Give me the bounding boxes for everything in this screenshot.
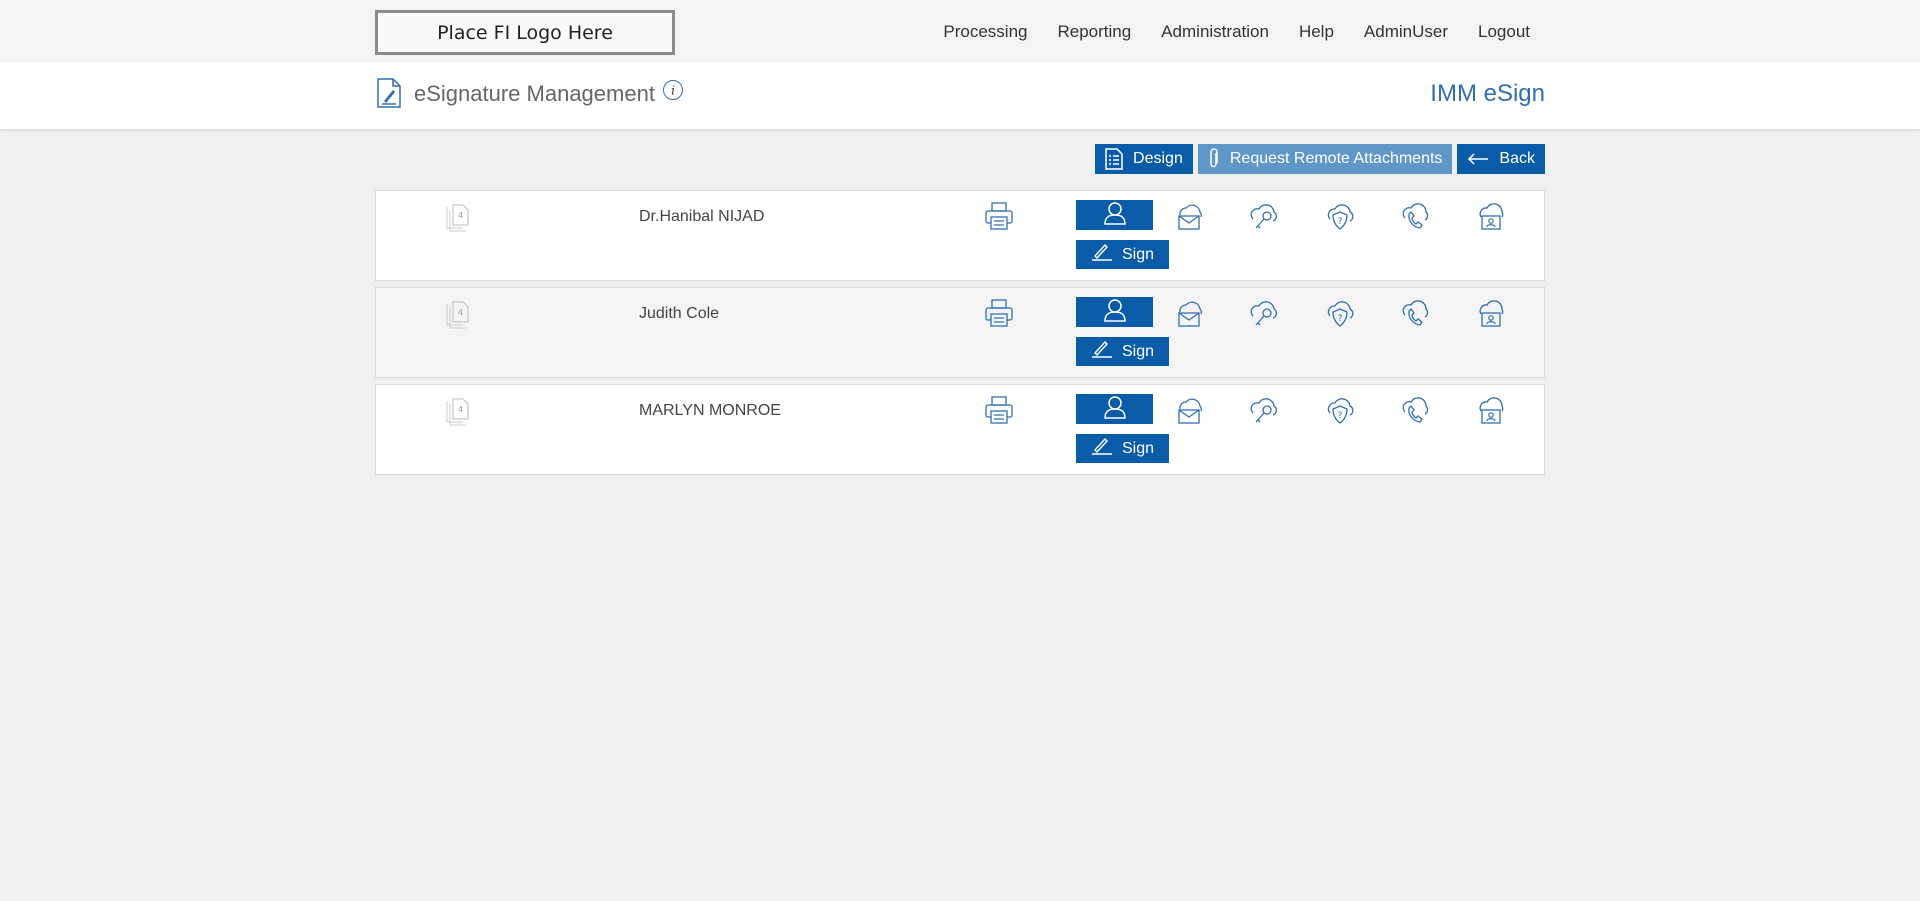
signer-name: Dr.Hanibal NIJAD: [639, 208, 765, 225]
document-count-icon: 4: [444, 301, 470, 334]
phone-cloud-icon[interactable]: [1400, 300, 1430, 333]
pen-icon: [1091, 243, 1113, 266]
design-button-label: Design: [1133, 150, 1183, 167]
page-title: eSignature Management: [414, 81, 655, 106]
signer-row: 4 Judith Cole Sign ?: [375, 287, 1545, 378]
nav-user-menu[interactable]: AdminUser: [1364, 22, 1448, 42]
top-bar: Place FI Logo Here Processing Reporting …: [0, 0, 1920, 62]
id-card-cloud-icon[interactable]: [1476, 300, 1506, 333]
key-cloud-icon[interactable]: [1249, 300, 1279, 333]
email-cloud-icon[interactable]: [1174, 397, 1204, 430]
arrow-left-icon: [1467, 152, 1489, 166]
key-cloud-icon[interactable]: [1249, 397, 1279, 430]
design-button[interactable]: Design: [1095, 144, 1193, 174]
back-button[interactable]: Back: [1457, 144, 1545, 174]
fi-logo-placeholder: Place FI Logo Here: [375, 10, 675, 55]
svg-text:4: 4: [458, 308, 463, 317]
sign-button[interactable]: Sign: [1076, 434, 1169, 463]
signer-name: Judith Cole: [639, 305, 720, 322]
user-icon: [1103, 201, 1126, 230]
sign-button[interactable]: Sign: [1076, 240, 1169, 269]
pen-icon: [1091, 340, 1113, 363]
question-shield-cloud-icon[interactable]: ?: [1325, 300, 1355, 333]
nav-logout[interactable]: Logout: [1478, 22, 1530, 42]
signer-list: 4 Dr.Hanibal NIJAD Sign ? 4 Judith Cole …: [375, 190, 1545, 481]
signer-identity-button[interactable]: [1076, 394, 1153, 424]
printer-icon[interactable]: [984, 395, 1014, 430]
phone-cloud-icon[interactable]: [1400, 203, 1430, 236]
svg-text:?: ?: [1338, 314, 1343, 324]
phone-cloud-icon[interactable]: [1400, 397, 1430, 430]
nav-processing[interactable]: Processing: [943, 22, 1027, 42]
id-card-cloud-icon[interactable]: [1476, 203, 1506, 236]
sign-button-label: Sign: [1121, 439, 1155, 457]
question-shield-cloud-icon[interactable]: ?: [1325, 397, 1355, 430]
svg-text:?: ?: [1338, 411, 1343, 421]
svg-text:i: i: [671, 84, 675, 98]
info-icon[interactable]: i: [662, 79, 684, 106]
svg-text:4: 4: [458, 211, 463, 220]
printer-icon[interactable]: [984, 201, 1014, 236]
svg-text:4: 4: [458, 405, 463, 414]
signer-name: MARLYN MONROE: [639, 402, 781, 419]
pen-icon: [1091, 437, 1113, 460]
key-cloud-icon[interactable]: [1249, 203, 1279, 236]
email-cloud-icon[interactable]: [1174, 300, 1204, 333]
nav-administration[interactable]: Administration: [1161, 22, 1269, 42]
sign-button-label: Sign: [1121, 342, 1155, 360]
nav-reporting[interactable]: Reporting: [1058, 22, 1132, 42]
paperclip-icon: [1208, 148, 1220, 170]
printer-icon[interactable]: [984, 298, 1014, 333]
email-cloud-icon[interactable]: [1174, 203, 1204, 236]
back-button-label: Back: [1499, 150, 1535, 167]
id-card-cloud-icon[interactable]: [1476, 397, 1506, 430]
product-brand: IMM eSign: [1430, 80, 1545, 107]
signer-row: 4 Dr.Hanibal NIJAD Sign ?: [375, 190, 1545, 281]
signer-identity-button[interactable]: [1076, 200, 1153, 230]
request-remote-attachments-button[interactable]: Request Remote Attachments: [1197, 144, 1453, 174]
request-remote-attachments-label: Request Remote Attachments: [1229, 150, 1443, 167]
document-count-icon: 4: [444, 204, 470, 237]
sign-button-label: Sign: [1121, 245, 1155, 263]
user-icon: [1103, 395, 1126, 424]
action-toolbar: Design Request Remote Attachments Back: [1095, 144, 1545, 174]
user-icon: [1103, 298, 1126, 327]
document-edit-icon: [376, 78, 402, 113]
svg-text:?: ?: [1338, 217, 1343, 227]
signer-row: 4 MARLYN MONROE Sign ?: [375, 384, 1545, 475]
question-shield-cloud-icon[interactable]: ?: [1325, 203, 1355, 236]
nav-help[interactable]: Help: [1299, 22, 1334, 42]
sign-button[interactable]: Sign: [1076, 337, 1169, 366]
document-count-icon: 4: [444, 398, 470, 431]
signer-identity-button[interactable]: [1076, 297, 1153, 327]
main-nav: Processing Reporting Administration Help…: [943, 22, 1530, 42]
checklist-icon: [1105, 148, 1123, 170]
title-bar: eSignature Management i IMM eSign: [0, 62, 1920, 129]
